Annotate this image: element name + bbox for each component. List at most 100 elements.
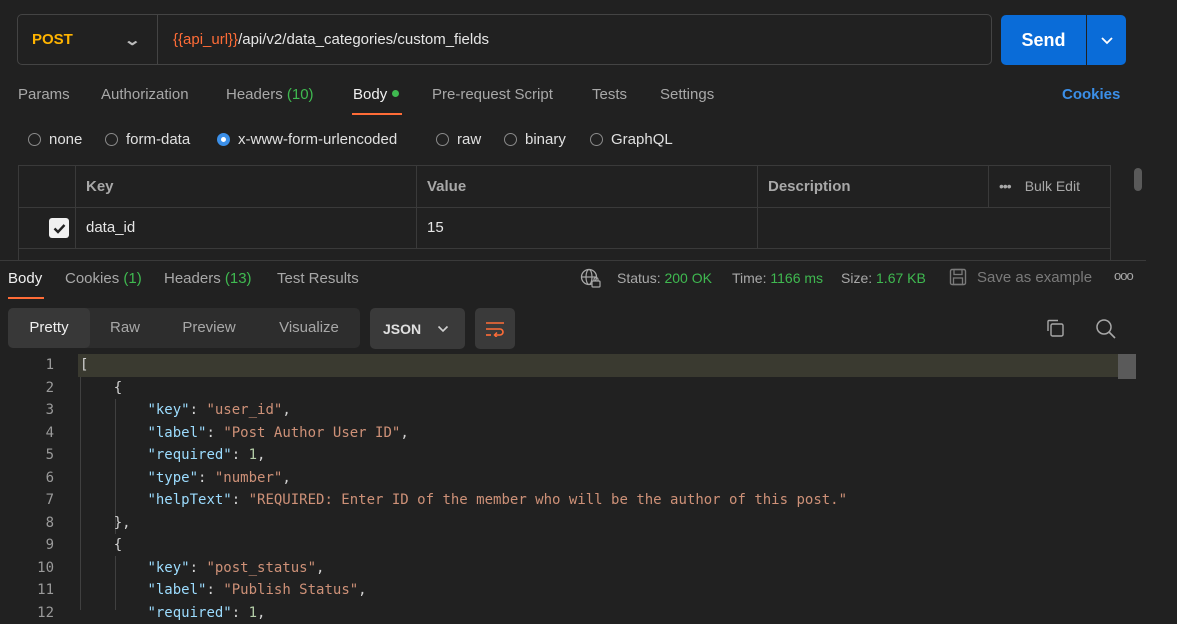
code-text: "key": "post_status", <box>80 557 324 580</box>
line-number: 5 <box>0 444 54 467</box>
method-label: POST <box>32 31 73 48</box>
response-tab-headers[interactable]: Headers (13) <box>164 270 252 287</box>
row-description[interactable] <box>757 207 988 248</box>
send-options-button[interactable] <box>1087 15 1126 65</box>
size-value: 1.67 KB <box>876 270 926 286</box>
time-readout[interactable]: Time: 1166 ms <box>732 270 823 286</box>
url-variable: {{api_url}} <box>173 31 238 48</box>
radio-circle <box>504 133 517 146</box>
tab-prerequest-script[interactable]: Pre-request Script <box>432 86 553 103</box>
view-tab-pretty[interactable]: Pretty <box>8 308 90 348</box>
view-tab-visualize[interactable]: Visualize <box>266 308 352 348</box>
wrap-lines-button[interactable] <box>475 308 515 349</box>
checkmark-icon <box>53 223 66 234</box>
line-number: 9 <box>0 534 54 557</box>
radio-label: GraphQL <box>611 131 673 148</box>
response-body-editor[interactable]: 1[2 {3 "key": "user_id",4 "label": "Post… <box>0 354 1137 610</box>
send-button[interactable]: Send <box>1001 15 1086 65</box>
code-text: }, <box>80 512 131 535</box>
tab-headers-label: Headers <box>164 270 221 287</box>
save-icon <box>949 268 967 286</box>
radio-urlencoded[interactable]: x-www-form-urlencoded <box>217 131 397 148</box>
format-select[interactable]: JSON <box>370 308 465 349</box>
row-value[interactable]: 15 <box>416 207 757 248</box>
column-key: Key <box>75 166 416 207</box>
more-options-icon[interactable]: ooo <box>1114 268 1133 283</box>
column-value: Value <box>416 166 757 207</box>
url-bar: POST ⌄ {{api_url}}/api/v2/data_categorie… <box>17 14 992 65</box>
time-value: 1166 ms <box>770 270 823 286</box>
tab-headers-label: Headers <box>226 86 283 103</box>
tab-tests[interactable]: Tests <box>592 86 627 103</box>
bulk-edit-button[interactable]: Bulk Edit <box>1025 178 1080 194</box>
editor-scrollbar[interactable] <box>1118 354 1136 379</box>
save-as-example-button[interactable]: Save as example <box>949 268 1092 286</box>
radio-raw[interactable]: raw <box>436 131 481 148</box>
save-as-example-label: Save as example <box>977 269 1092 286</box>
wrap-lines-icon <box>485 321 505 337</box>
tab-authorization[interactable]: Authorization <box>101 86 189 103</box>
view-tab-raw[interactable]: Raw <box>98 308 152 348</box>
radio-form-data[interactable]: form-data <box>105 131 190 148</box>
status-readout[interactable]: Status: 200 OK <box>617 270 712 286</box>
code-text: "required": 1, <box>80 602 265 624</box>
headers-count: (10) <box>287 86 314 103</box>
radio-circle <box>436 133 449 146</box>
chevron-down-icon <box>1100 36 1114 45</box>
code-text: "helpText": "REQUIRED: Enter ID of the m… <box>80 489 847 512</box>
view-tab-preview[interactable]: Preview <box>168 308 250 348</box>
response-tab-test-results[interactable]: Test Results <box>277 270 359 287</box>
code-text: "type": "number", <box>80 467 291 490</box>
size-label: Size: <box>841 270 872 286</box>
response-tab-body[interactable]: Body <box>8 270 42 287</box>
active-tab-indicator <box>8 297 44 299</box>
request-scrollbar[interactable] <box>1134 168 1142 191</box>
radio-circle <box>590 133 603 146</box>
response-tab-cookies[interactable]: Cookies (1) <box>65 270 142 287</box>
tab-headers[interactable]: Headers (10) <box>226 86 314 103</box>
code-text: [ <box>80 354 88 377</box>
time-label: Time: <box>732 270 766 286</box>
line-number: 12 <box>0 602 54 624</box>
method-select[interactable]: POST ⌄ <box>18 15 158 64</box>
line-number: 7 <box>0 489 54 512</box>
params-table: Key Value Description ••• Bulk Edit data_… <box>18 165 1111 260</box>
url-path: /api/v2/data_categories/custom_fields <box>238 31 489 48</box>
tab-settings[interactable]: Settings <box>660 86 714 103</box>
line-number: 2 <box>0 377 54 400</box>
copy-icon[interactable] <box>1045 318 1065 342</box>
tab-body-label: Body <box>353 86 387 103</box>
column-description: Description <box>757 166 988 207</box>
url-input[interactable]: {{api_url}}/api/v2/data_categories/custo… <box>173 15 489 64</box>
tab-body[interactable]: Body <box>353 86 399 103</box>
radio-circle <box>105 133 118 146</box>
cookies-count: (1) <box>123 270 141 287</box>
search-icon[interactable] <box>1095 318 1117 344</box>
radio-circle <box>28 133 41 146</box>
row-key[interactable]: data_id <box>75 207 416 248</box>
line-number: 10 <box>0 557 54 580</box>
code-text: "required": 1, <box>80 444 265 467</box>
chevron-down-icon <box>437 325 449 333</box>
active-dot <box>392 90 399 97</box>
globe-lock-icon[interactable] <box>580 268 602 294</box>
radio-label: raw <box>457 131 481 148</box>
more-icon[interactable]: ••• <box>999 178 1011 194</box>
status-value: 200 OK <box>664 270 711 286</box>
pane-divider[interactable] <box>0 260 1146 261</box>
bulk-edit-cell: ••• Bulk Edit <box>988 166 1111 207</box>
line-number: 6 <box>0 467 54 490</box>
radio-none[interactable]: none <box>28 131 82 148</box>
size-readout[interactable]: Size: 1.67 KB <box>841 270 926 286</box>
radio-graphql[interactable]: GraphQL <box>590 131 673 148</box>
row-checkbox[interactable] <box>49 218 69 238</box>
code-text: "key": "user_id", <box>80 399 291 422</box>
radio-binary[interactable]: binary <box>504 131 566 148</box>
view-mode-tabs: Pretty Raw Preview Visualize <box>8 308 360 348</box>
code-text: { <box>80 377 122 400</box>
code-text: { <box>80 534 122 557</box>
table-header: Key Value Description ••• Bulk Edit <box>19 166 1110 208</box>
code-text: "label": "Publish Status", <box>80 579 367 602</box>
cookies-link[interactable]: Cookies <box>1062 86 1120 103</box>
tab-params[interactable]: Params <box>18 86 70 103</box>
